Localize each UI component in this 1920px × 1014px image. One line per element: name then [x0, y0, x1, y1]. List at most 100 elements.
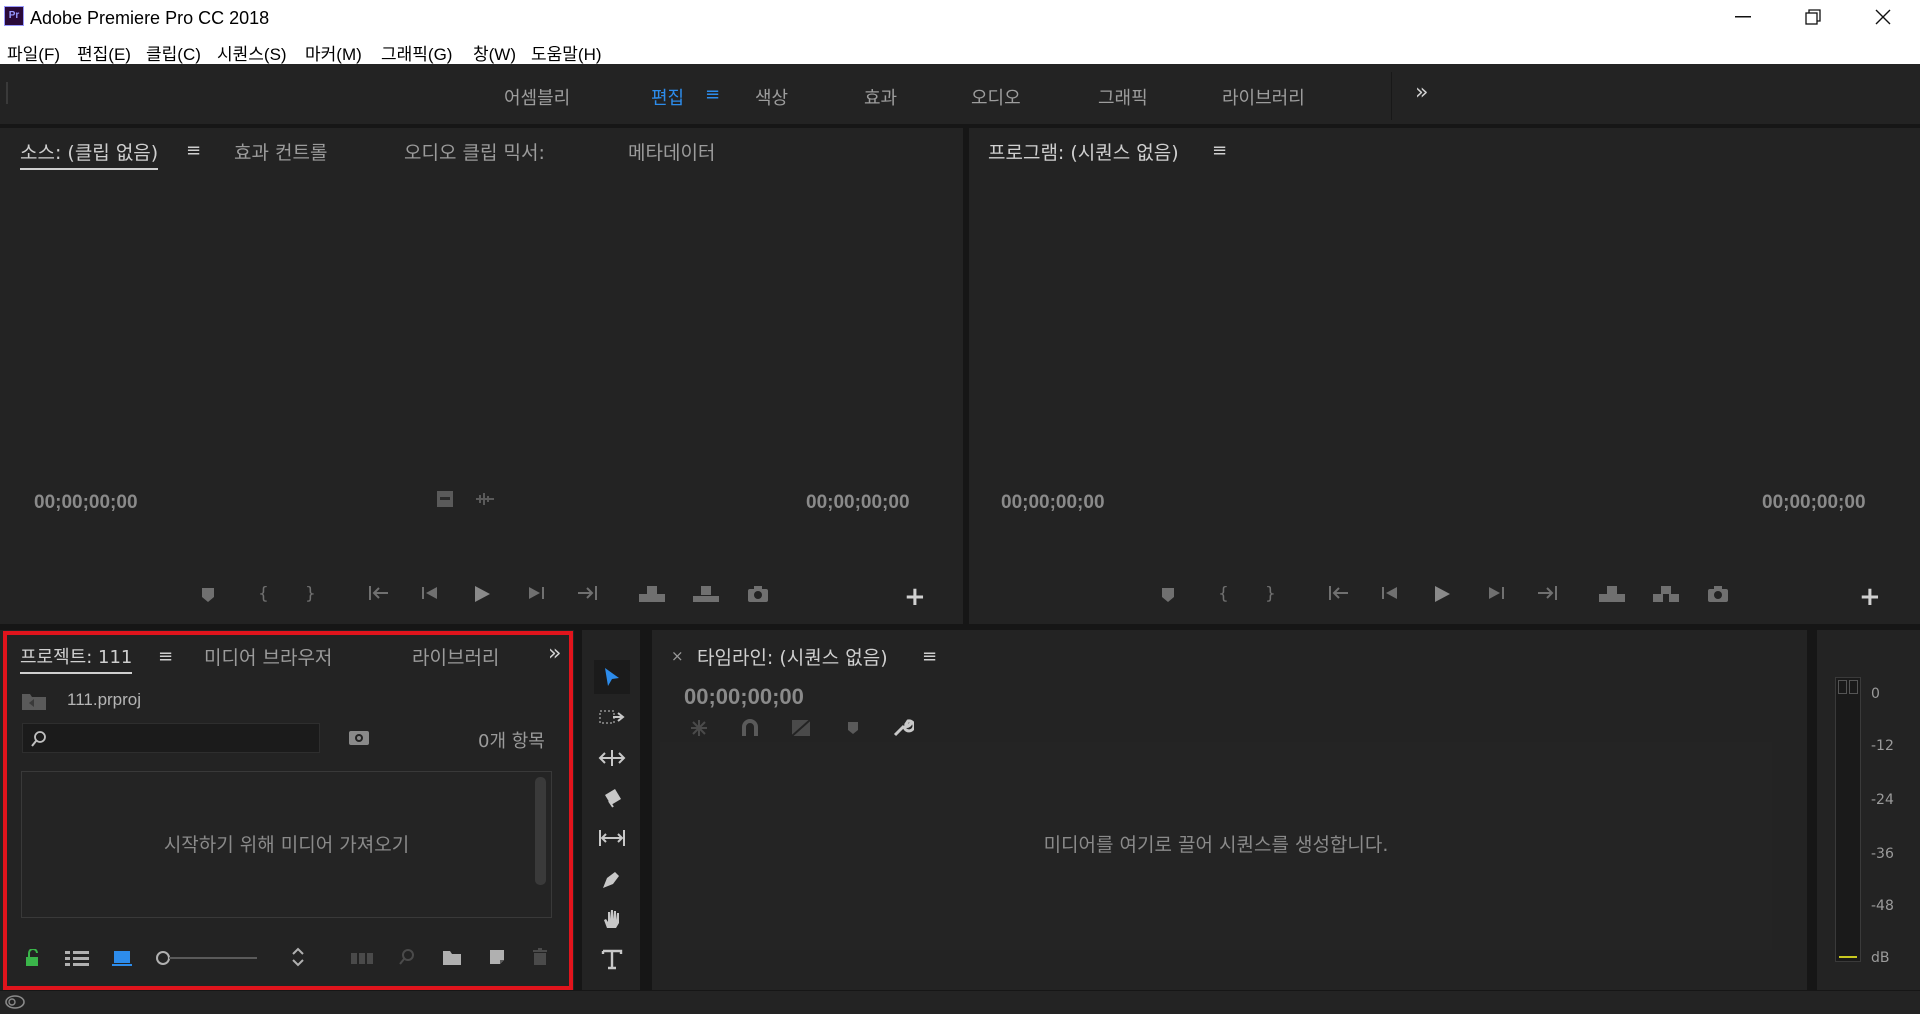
minimize-button[interactable] [1708, 0, 1778, 34]
zoom-slider[interactable] [155, 950, 259, 970]
workspace-menu-icon[interactable]: ≡ [705, 84, 720, 105]
program-mark-in-icon[interactable]: { [1218, 584, 1229, 604]
pen-tool-button[interactable] [594, 862, 630, 896]
tab-project[interactable]: 프로젝트: 111 [20, 643, 133, 674]
timeline-close-icon[interactable]: × [671, 647, 684, 665]
menu-graphics[interactable]: 그래픽(G) [381, 40, 452, 65]
play-icon[interactable] [472, 584, 492, 609]
tab-program[interactable]: 프로그램: (시퀀스 없음) [988, 138, 1179, 165]
source-button-editor-button[interactable]: + [904, 582, 926, 612]
workspace-grip[interactable] [6, 82, 8, 104]
menu-help[interactable]: 도움말(H) [531, 40, 602, 65]
new-bin-icon[interactable] [442, 948, 462, 970]
audio-level-meter[interactable] [1835, 677, 1861, 962]
program-add-marker-icon[interactable] [1160, 586, 1176, 609]
hand-tool-button[interactable] [594, 902, 630, 936]
workspace-tab-editing[interactable]: 편집 [651, 84, 684, 110]
menu-window[interactable]: 창(W) [473, 40, 516, 65]
restore-button[interactable] [1778, 0, 1848, 34]
workspace-tab-graphics[interactable]: 그래픽 [1098, 84, 1148, 110]
automate-to-sequence-icon[interactable] [350, 950, 374, 970]
program-export-frame-icon[interactable] [1706, 584, 1730, 609]
go-to-out-icon[interactable] [576, 584, 598, 607]
timeline-settings-wrench-icon[interactable] [892, 716, 916, 742]
program-step-forward-icon[interactable] [1486, 584, 1506, 607]
tab-metadata[interactable]: 메타데이터 [628, 138, 715, 165]
sort-icons-icon[interactable] [290, 946, 306, 972]
tools-timeline-divider[interactable] [640, 630, 652, 990]
find-icon[interactable] [348, 728, 370, 750]
program-playhead-timecode[interactable]: 00;00;00;00 [1001, 492, 1105, 514]
overwrite-icon[interactable] [692, 584, 720, 609]
project-tools-divider[interactable] [574, 630, 582, 990]
extract-icon[interactable] [1652, 584, 1680, 609]
workspace-tab-audio[interactable]: 오디오 [971, 84, 1021, 110]
go-to-in-icon[interactable] [368, 584, 390, 607]
project-overflow-icon[interactable]: » [548, 641, 561, 666]
workspace-tab-color[interactable]: 색상 [755, 84, 788, 110]
restore-icon [1805, 9, 1821, 25]
source-panel-menu-icon[interactable]: ≡ [186, 140, 201, 161]
step-forward-icon[interactable] [526, 584, 546, 607]
icon-view-icon[interactable] [112, 949, 132, 971]
snap-icon[interactable] [740, 718, 760, 742]
menu-sequence[interactable]: 시퀀스(S) [217, 40, 287, 65]
clear-trash-icon[interactable] [532, 948, 548, 970]
timeline-add-marker-icon[interactable] [846, 720, 860, 740]
export-frame-icon[interactable] [746, 584, 770, 609]
program-go-to-in-icon[interactable] [1328, 584, 1350, 607]
workspace-tab-assembly[interactable]: 어셈블리 [504, 84, 570, 110]
project-panel-menu-icon[interactable]: ≡ [158, 646, 173, 667]
track-select-tool-button[interactable] [594, 700, 630, 734]
menu-file[interactable]: 파일(F) [7, 40, 60, 65]
hand-icon [604, 910, 619, 928]
project-search-input[interactable] [22, 723, 320, 753]
tab-source[interactable]: 소스: (클립 없음) [20, 138, 159, 170]
ripple-edit-tool-button[interactable] [594, 741, 630, 775]
lock-icon[interactable] [24, 948, 40, 971]
program-play-icon[interactable] [1432, 584, 1452, 609]
menu-marker[interactable]: 마커(M) [305, 40, 362, 65]
minimize-icon [1735, 16, 1751, 18]
new-item-icon[interactable] [488, 948, 506, 970]
timeline-playhead-timecode[interactable]: 00;00;00;00 [684, 684, 804, 710]
mark-in-icon[interactable]: { [258, 584, 269, 604]
workspace-tab-effects[interactable]: 효과 [864, 84, 897, 110]
step-back-icon[interactable] [420, 584, 440, 607]
menu-edit[interactable]: 편집(E) [77, 40, 131, 65]
program-go-to-out-icon[interactable] [1536, 584, 1558, 607]
title-bar: Pr Adobe Premiere Pro CC 2018 [0, 0, 1920, 36]
timeline-meter-divider[interactable] [1807, 630, 1817, 990]
linked-selection-icon[interactable] [790, 718, 812, 742]
razor-icon [605, 789, 621, 808]
program-panel-menu-icon[interactable]: ≡ [1212, 140, 1227, 161]
list-view-icon[interactable] [64, 949, 90, 971]
insert-icon[interactable] [638, 584, 666, 609]
tab-effect-controls[interactable]: 효과 컨트롤 [234, 138, 327, 165]
tab-timeline[interactable]: 타임라인: (시퀀스 없음) [697, 643, 888, 670]
timeline-panel-menu-icon[interactable]: ≡ [922, 646, 937, 667]
program-step-back-icon[interactable] [1380, 584, 1400, 607]
tab-libraries[interactable]: 라이브러리 [412, 643, 499, 670]
drag-video-only-icon[interactable] [436, 490, 454, 513]
tab-media-browser[interactable]: 미디어 브라우저 [204, 643, 332, 670]
drag-audio-only-icon[interactable] [474, 490, 496, 513]
workspace-overflow-icon[interactable]: » [1415, 80, 1428, 105]
source-playhead-timecode[interactable]: 00;00;00;00 [34, 492, 138, 514]
menu-clip[interactable]: 클립(C) [146, 40, 201, 65]
program-button-editor-button[interactable]: + [1859, 582, 1881, 612]
selection-tool-button[interactable] [594, 660, 630, 694]
nest-icon[interactable] [688, 718, 710, 742]
program-mark-out-icon[interactable]: } [1265, 584, 1276, 604]
type-tool-button[interactable] [594, 942, 630, 976]
tab-audio-clip-mixer[interactable]: 오디오 클립 믹서: [404, 138, 545, 165]
razor-tool-button[interactable] [594, 781, 630, 815]
slip-tool-button[interactable] [594, 821, 630, 855]
creative-cloud-icon[interactable] [4, 994, 26, 1014]
project-find-icon[interactable] [398, 948, 416, 970]
close-window-button[interactable] [1848, 0, 1918, 34]
add-marker-icon[interactable] [200, 586, 216, 609]
lift-icon[interactable] [1598, 584, 1626, 609]
workspace-tab-libraries[interactable]: 라이브러리 [1222, 84, 1305, 110]
mark-out-icon[interactable]: } [305, 584, 316, 604]
